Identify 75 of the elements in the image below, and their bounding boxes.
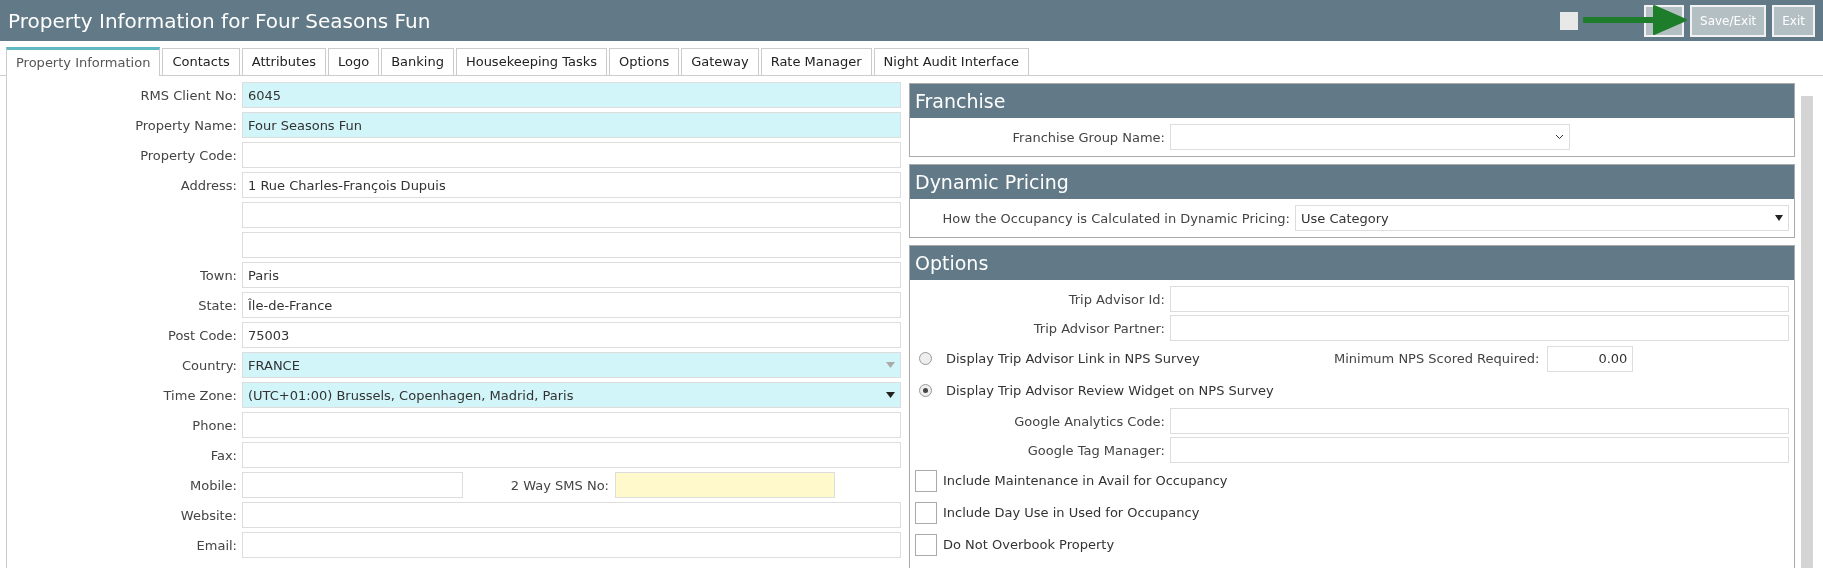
field-label: Google Tag Manager: — [1026, 442, 1165, 458]
tab[interactable]: Property Information — [6, 47, 161, 76]
input-field[interactable] — [242, 232, 901, 258]
field-label: Mobile: — [188, 477, 237, 493]
input-field[interactable]: 6045 — [242, 82, 901, 108]
field-label: Property Name: — [134, 117, 237, 133]
input-field[interactable] — [242, 442, 901, 468]
input-field[interactable]: 75003 — [242, 322, 901, 348]
tab[interactable]: Housekeeping Tasks — [455, 48, 608, 75]
checkbox[interactable] — [915, 501, 937, 524]
input-field[interactable] — [242, 472, 463, 498]
checkbox[interactable] — [915, 533, 937, 556]
field-label: Trip Advisor Partner: — [1032, 320, 1165, 336]
input-field[interactable]: 1 Rue Charles-François Dupuis — [242, 172, 901, 198]
field-label: Trip Advisor Id: — [1067, 291, 1165, 307]
caret-icon — [1775, 215, 1783, 221]
input-field[interactable]: Paris — [242, 262, 901, 288]
tab[interactable]: Night Audit Interface — [873, 48, 1030, 75]
field-label: Town: — [199, 267, 237, 283]
checkbox[interactable] — [915, 469, 937, 492]
input-field[interactable] — [242, 412, 901, 438]
tab[interactable]: Logo — [327, 48, 380, 75]
tab[interactable]: Contacts — [162, 48, 240, 75]
field-label: RMS Client No: — [139, 87, 237, 103]
checkbox[interactable] — [1560, 11, 1579, 30]
tab[interactable]: Rate Manager — [760, 48, 872, 75]
input-field[interactable] — [615, 472, 835, 498]
input-field[interactable] — [1170, 408, 1789, 434]
tab[interactable]: Attributes — [241, 48, 326, 75]
field-label: Time Zone: — [162, 387, 237, 403]
checkbox-label: Do Not Overbook Property — [943, 537, 1115, 552]
input-field[interactable] — [1170, 315, 1789, 341]
option-label: Display Trip Advisor Review Widget on NPS Survey — [946, 383, 1274, 398]
dropdown[interactable] — [1170, 124, 1570, 150]
tab[interactable]: Options — [609, 48, 680, 75]
input-field[interactable]: Four Seasons Fun — [242, 112, 901, 138]
checkbox-label: Include Maintenance in Avail for Occupancy — [943, 473, 1228, 488]
input-field[interactable] — [1170, 286, 1789, 312]
field-label: Property Code: — [139, 147, 237, 163]
field-label: Website: — [179, 507, 237, 523]
caret-icon — [886, 362, 895, 368]
field-label: Phone: — [191, 417, 237, 433]
input-field[interactable] — [242, 532, 901, 558]
field-label: Address: — [179, 177, 237, 193]
field-label: Minimum NPS Scored Required: — [1334, 351, 1540, 366]
input-field[interactable] — [242, 502, 901, 528]
field-label: Country: — [180, 357, 237, 373]
dropdown[interactable]: Use Category — [1295, 205, 1789, 231]
field-label: Email: — [195, 537, 237, 553]
section-title: Franchise — [910, 84, 1794, 118]
chevron-icon — [1555, 134, 1564, 140]
caret-icon — [886, 392, 895, 398]
page-title: Property Information for Four Seasons Fun — [8, 8, 432, 33]
field-label: Fax: — [209, 447, 237, 463]
field-label: State: — [197, 297, 237, 313]
input-field[interactable] — [242, 142, 901, 168]
field-label: Google Analytics Code: — [1013, 413, 1165, 429]
input-field[interactable]: Île-de-France — [242, 292, 901, 318]
section-title: Options — [910, 246, 1794, 280]
option-label: Display Trip Advisor Link in NPS Survey — [946, 351, 1201, 366]
dropdown[interactable]: (UTC+01:00) Brussels, Copenhagen, Madrid, Paris — [242, 382, 901, 408]
section-title: Dynamic Pricing — [910, 165, 1794, 199]
radio-button[interactable] — [919, 384, 932, 397]
radio-button[interactable] — [919, 352, 932, 365]
dropdown[interactable]: FRANCE — [242, 352, 901, 378]
checkbox-label: Include Day Use in Used for Occupancy — [943, 505, 1200, 520]
field-label: How the Occupancy is Calculated in Dynamic Pricing: — [941, 210, 1290, 226]
tab[interactable]: Gateway — [681, 48, 759, 75]
input-field[interactable]: 0.00 — [1547, 345, 1634, 372]
field-label: Post Code: — [167, 327, 237, 343]
field-label: 2 Way SMS No: — [509, 477, 609, 493]
field-label: Franchise Group Name: — [1011, 129, 1165, 145]
tab[interactable]: Banking — [381, 48, 454, 75]
input-field[interactable] — [242, 202, 901, 228]
input-field[interactable] — [1170, 437, 1789, 463]
